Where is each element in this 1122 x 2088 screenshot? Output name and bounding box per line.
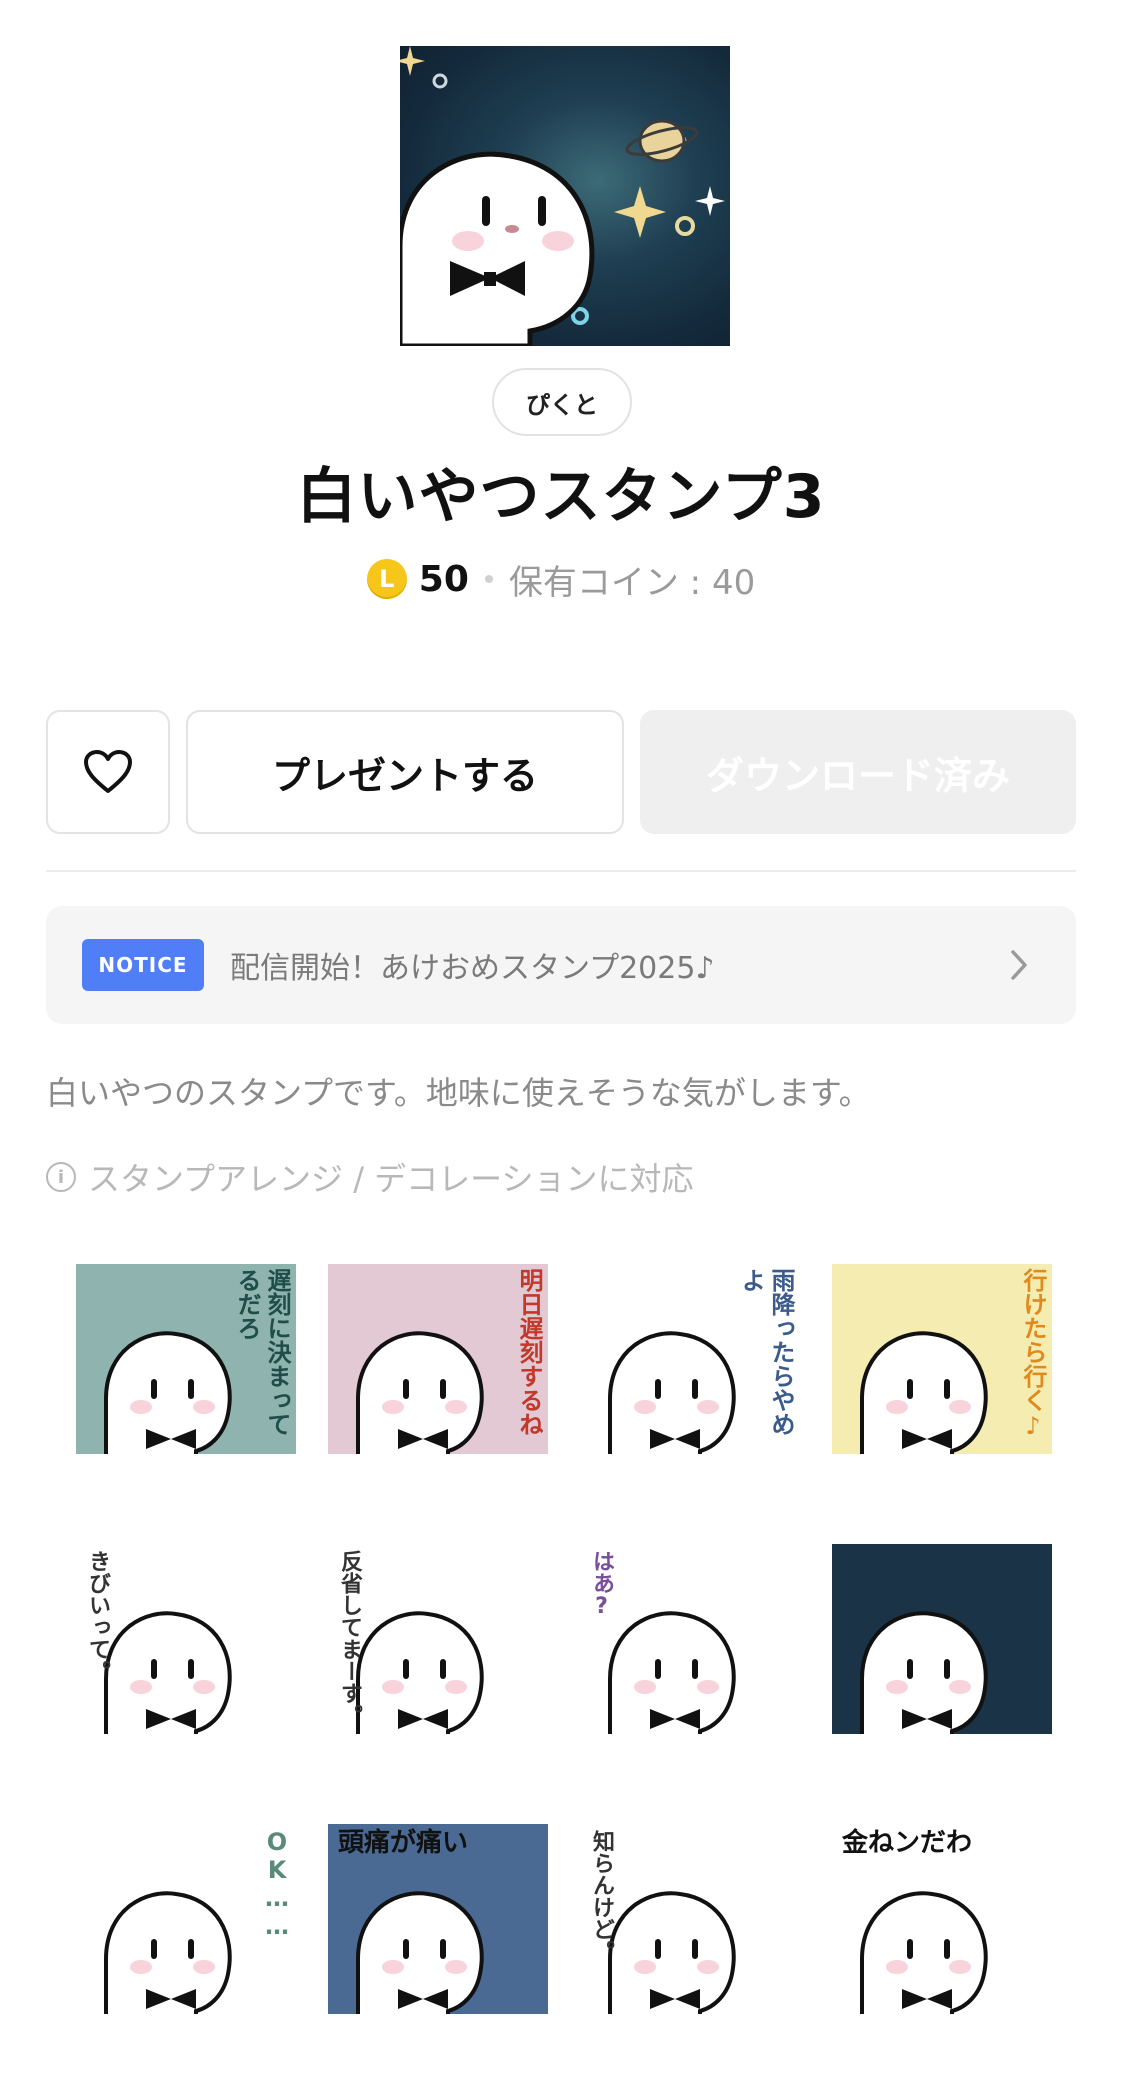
sticker-item[interactable]: 遅刻に決まってるだろ — [60, 1248, 312, 1528]
sticker-caption: 行けたら行く♪ — [1019, 1268, 1047, 1440]
white-character-illustration — [608, 1611, 736, 1734]
line-coin-icon: L — [366, 559, 407, 599]
white-character-illustration — [356, 1611, 484, 1734]
sticker-image: 金ねンだわ — [832, 1824, 1052, 2014]
sticker-item[interactable] — [816, 1528, 1068, 1808]
white-character-illustration — [104, 1891, 232, 2014]
sticker-caption: きびいって。 — [85, 1550, 110, 1682]
separator-dot — [484, 575, 493, 583]
sticker-description: 白いやつのスタンプです。地味に使えそうな気がします。 — [46, 1074, 871, 1112]
sticker-item[interactable]: 明日遅刻するね — [312, 1248, 564, 1528]
sticker-image: はあ? — [580, 1544, 800, 1734]
white-character-illustration — [104, 1331, 232, 1454]
sticker-caption: 遅刻に決まってるだろ — [233, 1268, 291, 1436]
sticker-cover-image — [400, 46, 730, 346]
sticker-item[interactable]: 金ねンだわ — [816, 1808, 1068, 2088]
sticker-image: 知らんけど。 — [580, 1824, 800, 2014]
white-character-illustration — [356, 1891, 484, 2014]
chevron-right-icon — [1002, 948, 1036, 982]
sticker-image: 雨降ったらやめよ — [580, 1264, 800, 1454]
download-button[interactable]: ダウンロード済み — [640, 710, 1076, 834]
sticker-item[interactable]: 頭痛が痛い — [312, 1808, 564, 2088]
cover-illustration — [400, 46, 725, 346]
favorite-button[interactable] — [46, 710, 170, 834]
white-character-illustration — [608, 1331, 736, 1454]
sticker-caption: 雨降ったらやめよ — [737, 1268, 795, 1436]
price-value: 50 — [418, 558, 469, 600]
white-character-illustration — [860, 1611, 988, 1734]
sticker-caption: 反省してまーす。 — [337, 1550, 362, 1726]
white-character-illustration — [608, 1891, 736, 2014]
sticker-caption: はあ? — [589, 1550, 614, 1619]
notice-banner[interactable]: NOTICE 配信開始！あけおめスタンプ2025♪ — [46, 906, 1076, 1024]
section-divider — [46, 870, 1076, 872]
sticker-item[interactable]: 行けたら行く♪ — [816, 1248, 1068, 1528]
sticker-caption: 明日遅刻するね — [515, 1268, 543, 1436]
sticker-grid: 遅刻に決まってるだろ 明日遅刻するね 雨降ったらやめよ 行けたら行く♪ きびいって。 反省… — [60, 1248, 1062, 2088]
white-character-illustration — [104, 1611, 232, 1734]
author-link[interactable]: ぴくと — [492, 368, 632, 436]
heart-icon — [84, 750, 132, 793]
white-character-illustration — [860, 1891, 988, 2014]
sticker-item[interactable]: 反省してまーす。 — [312, 1528, 564, 1808]
sticker-item[interactable]: はあ? — [564, 1528, 816, 1808]
sticker-image: OK…… — [76, 1824, 296, 2014]
sticker-image: きびいって。 — [76, 1544, 296, 1734]
sticker-image — [832, 1544, 1052, 1734]
sticker-image: 頭痛が痛い — [328, 1824, 548, 2014]
sticker-caption: OK…… — [263, 1828, 291, 1940]
sticker-image: 行けたら行く♪ — [832, 1264, 1052, 1454]
page-title: 白いやつスタンプ3 — [296, 462, 826, 532]
arrange-support-text: スタンプアレンジ / デコレーションに対応 — [88, 1160, 694, 1198]
owned-coins-text: 保有コイン : 40 — [508, 562, 756, 603]
sticker-item[interactable]: OK…… — [60, 1808, 312, 2088]
notice-badge: NOTICE — [82, 939, 204, 991]
sticker-item[interactable]: 知らんけど。 — [564, 1808, 816, 2088]
price-row: L 50 保有コイン : 40 — [0, 554, 1122, 604]
gift-button[interactable]: プレゼントする — [186, 710, 624, 834]
arrange-support-note: i スタンプアレンジ / デコレーションに対応 — [46, 1154, 694, 1200]
sticker-image: 遅刻に決まってるだろ — [76, 1264, 296, 1454]
sticker-image: 反省してまーす。 — [328, 1544, 548, 1734]
sticker-caption: 頭痛が痛い — [338, 1828, 469, 1858]
sticker-caption: 金ねンだわ — [842, 1828, 973, 1858]
info-icon: i — [46, 1162, 76, 1192]
white-character-illustration — [356, 1331, 484, 1454]
sticker-item[interactable]: きびいって。 — [60, 1528, 312, 1808]
sticker-image: 明日遅刻するね — [328, 1264, 548, 1454]
sticker-caption: 知らんけど。 — [589, 1830, 614, 1962]
sticker-item[interactable]: 雨降ったらやめよ — [564, 1248, 816, 1528]
notice-text: 配信開始！あけおめスタンプ2025♪ — [230, 951, 715, 986]
white-character-illustration — [860, 1331, 988, 1454]
